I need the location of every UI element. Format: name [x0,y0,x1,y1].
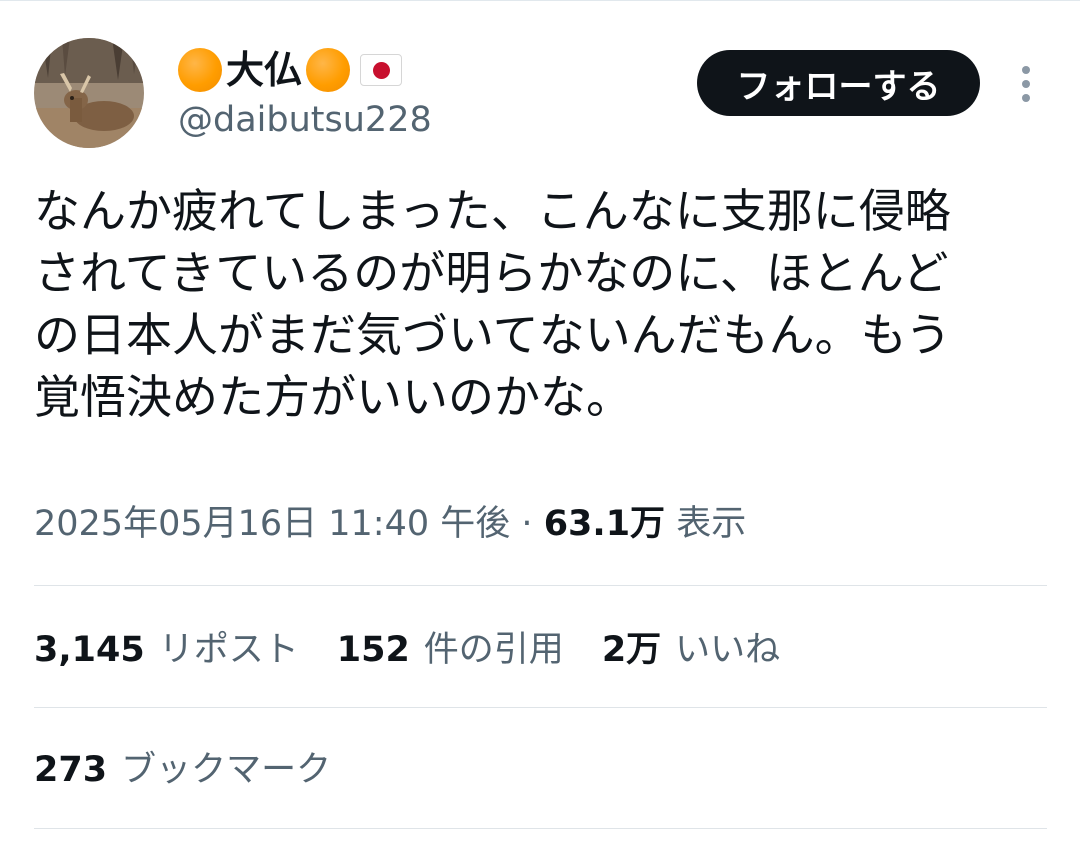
divider [34,707,1047,708]
timestamp[interactable]: 2025年05月16日 11:40 午後 [34,504,510,544]
reposts-stat[interactable]: 3,145 リポスト [34,624,299,676]
likes-stat[interactable]: 2万 いいね [602,624,780,676]
bookmarks-count: 273 [34,750,108,790]
user-handle[interactable]: @daibutsu228 [178,98,432,142]
flag-red-disc [372,61,390,79]
orange-circle-icon [178,48,222,92]
follow-button[interactable]: フォローする [697,50,980,116]
bookmarks-label: ブックマーク [121,750,332,790]
tweet-text: なんか疲れてしまった、こんなに支那に侵略 されてきているのが明らかなのに、ほとん… [34,180,1054,428]
meta-separator: · [521,504,533,544]
deer-photo-avatar-icon [34,38,144,148]
tweet-line: の日本人がまだ気づいてないんだもん。もう [34,308,952,362]
tweet-line: なんか疲れてしまった、こんなに支那に侵略 [34,184,951,238]
top-divider [0,0,1080,1]
divider [34,585,1047,586]
views-count: 63.1万 [543,504,666,544]
quotes-label: 件の引用 [423,630,564,670]
engagement-stats: 3,145 リポスト 152 件の引用 2万 いいね [34,624,818,676]
tweet-line: 覚悟決めた方がいいのかな。 [34,370,632,424]
views-label: 表示 [676,504,747,544]
user-name-row[interactable]: 大仏 [178,42,403,98]
tweet-line: されてきているのが明らかなのに、ほとんど [34,246,949,300]
bookmarks-stat[interactable]: 273 ブックマーク [34,744,331,796]
display-name: 大仏 [226,48,303,92]
quotes-stat[interactable]: 152 件の引用 [337,624,564,676]
avatar[interactable] [34,38,144,148]
japan-flag-icon [360,54,403,86]
tweet-meta: 2025年05月16日 11:40 午後 · 63.1万 表示 [34,500,746,548]
vertical-ellipsis-icon [1022,66,1030,102]
quotes-count: 152 [336,630,410,670]
reposts-label: リポスト [158,630,299,670]
orange-circle-icon [306,48,351,92]
likes-count: 2万 [601,630,662,670]
divider [34,828,1047,829]
more-options-button[interactable] [1006,60,1046,108]
likes-label: いいね [675,630,781,670]
reposts-count: 3,145 [34,630,145,670]
